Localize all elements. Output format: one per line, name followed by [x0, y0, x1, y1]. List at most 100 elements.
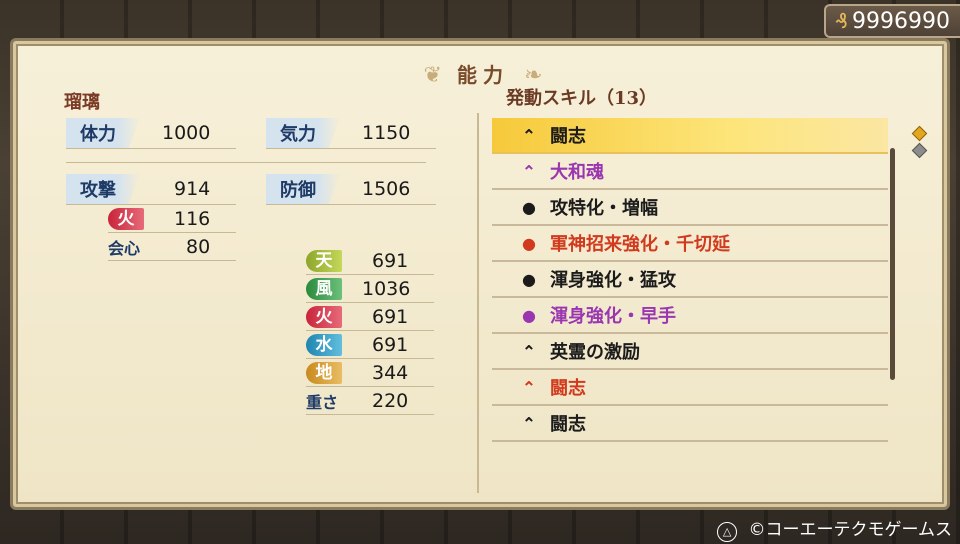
fire-element-icon: 火: [306, 306, 342, 328]
def-wind-underline: [306, 302, 434, 303]
def-heaven-row: 天: [306, 248, 342, 274]
hp-value: 1000: [162, 122, 211, 144]
chevron-up-icon: ⌃: [522, 125, 536, 145]
defense-label: 防御: [266, 174, 340, 204]
defense-row: 防御: [266, 174, 340, 204]
crit-row: 会心: [108, 234, 140, 260]
hp-row: 体力: [66, 118, 140, 148]
skill-item[interactable]: ● 攻特化・増幅: [492, 190, 888, 226]
def-fire-row: 火: [306, 304, 342, 330]
swirl-icon: ●: [522, 305, 536, 325]
money-display: ₰ 9996990: [824, 4, 960, 38]
ki-value: 1150: [362, 122, 411, 144]
defense-value-wrap: 1506: [362, 176, 410, 202]
ki-value-wrap: 1150: [362, 120, 410, 146]
weight-value: 220: [372, 390, 409, 412]
coin-icon: ₰: [835, 9, 849, 33]
weight-row: 重さ: [306, 388, 338, 414]
skill-label: 大和魂: [550, 162, 604, 183]
skill-label: 攻特化・増幅: [550, 198, 658, 219]
skill-item[interactable]: ⌃ 闘志: [492, 370, 888, 406]
diamond-down-icon: [911, 142, 928, 159]
wind-element-icon: 風: [306, 278, 342, 300]
fire-element-icon: 火: [108, 208, 144, 230]
weight-label: 重さ: [306, 393, 339, 412]
chevron-up-icon: ⌃: [522, 377, 536, 397]
skill-item[interactable]: ⌃ 闘志: [492, 118, 888, 154]
hp-value-wrap: 1000: [162, 120, 210, 146]
diamond-up-icon: [911, 125, 928, 142]
def-fire-underline: [306, 330, 434, 331]
skill-label: 渾身強化・猛攻: [550, 270, 676, 291]
def-earth-value: 344: [372, 362, 409, 384]
ki-row: 気力: [266, 118, 340, 148]
skill-item[interactable]: ⌃ 英霊の激励: [492, 334, 888, 370]
skill-item[interactable]: ⌃ 大和魂: [492, 154, 888, 190]
ki-underline: [266, 148, 436, 149]
hp-label: 体力: [66, 118, 140, 148]
ki-label: 気力: [266, 118, 340, 148]
panel-divider: [477, 113, 479, 493]
attack-value: 914: [174, 178, 211, 200]
water-element-icon: 水: [306, 334, 342, 356]
footer: △ ©コーエーテクモゲームス: [717, 515, 952, 542]
atk-fire-value-wrap: 116: [174, 206, 210, 232]
skills-header: 発動スキル（13）: [506, 88, 658, 109]
skill-label: 闘志: [550, 126, 586, 147]
crit-underline: [108, 260, 236, 261]
triangle-button-icon: △: [717, 522, 738, 542]
page-title: 能力: [457, 63, 509, 87]
atk-fire-value: 116: [174, 208, 211, 230]
money-value: 9996990: [852, 8, 950, 34]
def-wind-value: 1036: [362, 278, 411, 300]
skill-label: 闘志: [550, 414, 586, 435]
weight-underline: [306, 414, 434, 415]
defense-value: 1506: [362, 178, 411, 200]
def-heaven-underline: [306, 274, 434, 275]
skill-scrollbar[interactable]: [890, 148, 895, 380]
copyright-text: ©コーエーテクモゲームス: [748, 520, 953, 540]
skill-item[interactable]: ⌃ 闘志: [492, 406, 888, 442]
def-fire-value: 691: [372, 306, 409, 328]
swirl-icon: ●: [522, 233, 536, 253]
atk-fire-underline: [108, 232, 236, 233]
attack-value-wrap: 914: [174, 176, 210, 202]
def-earth-value-wrap: 344: [372, 360, 408, 386]
def-fire-value-wrap: 691: [372, 304, 408, 330]
chevron-up-icon: ⌃: [522, 413, 536, 433]
skill-label: 軍神招来強化・千切延: [550, 234, 730, 255]
scroll-indicator: [911, 125, 928, 162]
crit-label: 会心: [108, 239, 141, 258]
crit-value: 80: [186, 236, 211, 258]
hp-underline: [66, 148, 236, 149]
chevron-up-icon: ⌃: [522, 341, 536, 361]
def-water-row: 水: [306, 332, 342, 358]
def-water-underline: [306, 358, 434, 359]
skill-item[interactable]: ● 軍神招来強化・千切延: [492, 226, 888, 262]
def-water-value: 691: [372, 334, 409, 356]
swirl-icon: ●: [522, 197, 536, 217]
def-heaven-value-wrap: 691: [372, 248, 408, 274]
attack-label: 攻撃: [66, 174, 140, 204]
def-water-value-wrap: 691: [372, 332, 408, 358]
skill-label: 英霊の激励: [550, 342, 640, 363]
defense-underline: [266, 204, 436, 205]
skill-label: 闘志: [550, 378, 586, 399]
def-heaven-value: 691: [372, 250, 409, 272]
section-divider: [66, 162, 426, 163]
skill-list: ⌃ 闘志 ⌃ 大和魂 ● 攻特化・増幅 ● 軍神招来強化・千切延 ● 渾身強化・…: [492, 118, 888, 442]
earth-element-icon: 地: [306, 362, 342, 384]
crit-value-wrap: 80: [186, 234, 210, 260]
chevron-up-icon: ⌃: [522, 161, 536, 181]
attack-underline: [66, 204, 236, 205]
atk-fire-row: 火: [108, 206, 144, 232]
def-earth-row: 地: [306, 360, 342, 386]
character-name: 瑠璃: [64, 92, 100, 113]
attack-row: 攻撃: [66, 174, 140, 204]
skill-item[interactable]: ● 渾身強化・早手: [492, 298, 888, 334]
skill-item[interactable]: ● 渾身強化・猛攻: [492, 262, 888, 298]
stats-panel: 瑠璃 体力 1000 気力 1150 攻撃 914 火 116 会心 80 防御: [50, 72, 460, 462]
weight-value-wrap: 220: [372, 388, 408, 414]
def-wind-row: 風: [306, 276, 342, 302]
skill-label: 渾身強化・早手: [550, 306, 676, 327]
